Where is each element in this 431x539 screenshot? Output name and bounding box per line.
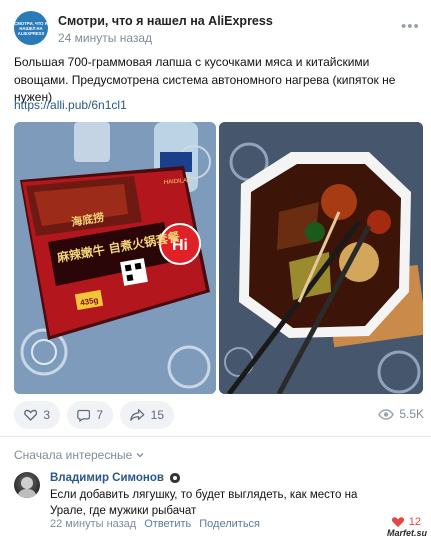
post-time[interactable]: 24 минуты назад (58, 31, 152, 45)
donut-badge-icon (169, 473, 180, 483)
packaged-hot-pot-illustration: Hi 海底捞 麻辣嫩牛 自煮火锅套餐 435g HAIDILAO (14, 122, 216, 394)
commenter-name[interactable]: Владимир Симонов (50, 472, 181, 484)
eye-icon (378, 408, 395, 420)
comment-share-link[interactable]: Поделиться (199, 518, 260, 530)
comment-sort-dropdown[interactable]: Сначала интересные (14, 448, 144, 462)
more-options-icon[interactable]: ••• (401, 19, 419, 35)
comment-count: 7 (96, 408, 103, 422)
comment-button[interactable]: 7 (67, 401, 113, 429)
cooked-hot-pot-illustration (219, 122, 423, 394)
commenter-photo (17, 477, 37, 498)
chevron-down-icon (136, 453, 144, 458)
view-count: 5.5K (378, 407, 424, 421)
section-divider (0, 436, 431, 437)
share-count: 15 (150, 408, 164, 422)
share-button[interactable]: 15 (120, 401, 174, 429)
group-name[interactable]: Смотри, что я нашел на AliExpress (58, 14, 273, 28)
view-count-value: 5.5K (399, 407, 424, 421)
comment-meta: 22 минуты назад Ответить Поделиться (50, 518, 260, 530)
comment-icon (77, 409, 91, 422)
like-count: 3 (43, 408, 50, 422)
post-actions: 3 7 15 5.5K (14, 401, 424, 429)
reply-link[interactable]: Ответить (144, 518, 191, 530)
post-link[interactable]: https://alli.pub/6n1cl1 (14, 98, 127, 112)
heart-filled-icon (391, 517, 404, 528)
commenter-avatar[interactable] (14, 472, 40, 498)
group-avatar[interactable]: СМОТРИ, ЧТО Я НАШЕЛ НА ALIEXPRESS (14, 11, 48, 45)
avatar-logo-text: СМОТРИ, ЧТО Я НАШЕЛ НА ALIEXPRESS (14, 20, 48, 36)
watermark: Marfet.su (386, 528, 427, 538)
heart-icon (24, 409, 38, 421)
share-icon (130, 409, 145, 421)
comment-time[interactable]: 22 минуты назад (50, 518, 136, 530)
commenter-name-text: Владимир Симонов (50, 472, 164, 484)
comment-like-count: 12 (408, 516, 421, 528)
comment-sort-label: Сначала интересные (14, 448, 133, 462)
comment-text: Если добавить лягушку, то будет выглядет… (50, 489, 358, 517)
post-header: СМОТРИ, ЧТО Я НАШЕЛ НА ALIEXPRESS Смотри… (14, 11, 419, 47)
like-button[interactable]: 3 (14, 401, 60, 429)
comment-like-button[interactable]: 12 (391, 516, 421, 528)
photo-packaged-hot-pot[interactable]: Hi 海底捞 麻辣嫩牛 自煮火锅套餐 435g HAIDILAO (14, 122, 216, 394)
photo-cooked-hot-pot[interactable] (219, 122, 423, 394)
